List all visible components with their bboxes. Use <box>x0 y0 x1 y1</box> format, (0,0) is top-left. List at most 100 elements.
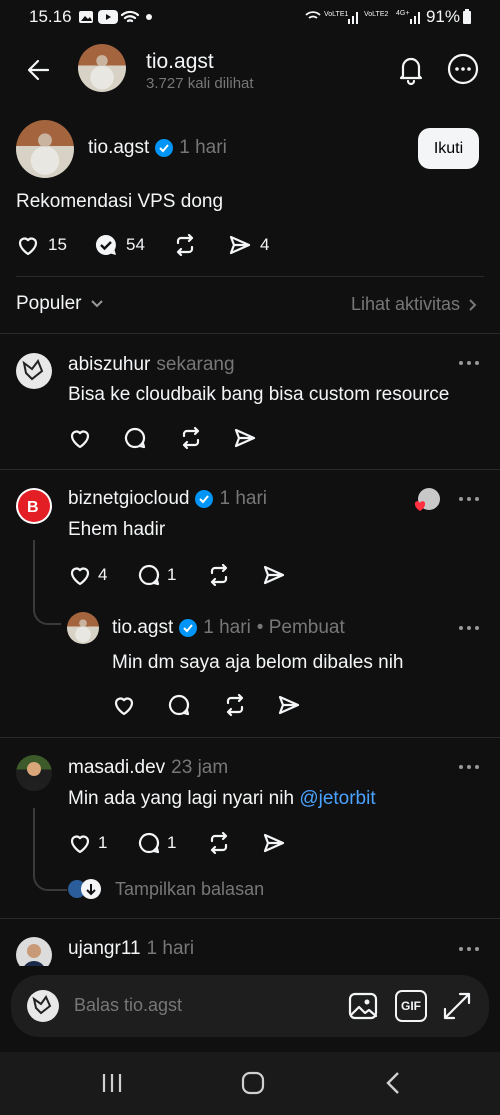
back-button[interactable] <box>22 52 58 88</box>
gif-button[interactable]: GIF <box>395 990 427 1022</box>
show-replies-label: Tampilkan balasan <box>115 878 265 899</box>
more-dots-icon <box>459 765 479 769</box>
more-circle-icon <box>447 53 479 85</box>
divider <box>16 276 484 277</box>
nested-reply-header: tio.agst 1 hari • Pembuat <box>112 617 345 639</box>
chevron-right-icon <box>469 298 477 311</box>
header-views: 3.727 kali dilihat <box>146 75 254 92</box>
repost-icon <box>226 693 244 717</box>
reply-share-button[interactable] <box>262 563 286 587</box>
nested-reply-author[interactable]: tio.agst <box>112 617 173 639</box>
post-author-name[interactable]: tio.agst <box>88 137 149 159</box>
like-button[interactable]: 15 <box>16 233 67 257</box>
reply-comment-button[interactable] <box>123 426 147 450</box>
svg-text:VoLTE2: VoLTE2 <box>364 11 388 18</box>
post-author-avatar[interactable] <box>16 120 74 178</box>
recent-apps-button[interactable] <box>100 1072 124 1094</box>
reply-repost-button[interactable] <box>206 563 232 587</box>
nested-like-button[interactable] <box>112 693 136 717</box>
nested-reply-time: 1 hari <box>203 617 251 638</box>
share-button[interactable]: 4 <box>228 233 269 257</box>
replies-button[interactable]: 54 <box>94 233 145 257</box>
composer-placeholder[interactable]: Balas tio.agst <box>74 995 182 1016</box>
view-activity-link[interactable]: Lihat aktivitas <box>351 294 478 315</box>
mention-link[interactable]: @jetorbit <box>299 788 375 809</box>
nested-comment-button[interactable] <box>167 693 191 717</box>
reply-composer[interactable]: Balas tio.agst GIF <box>11 975 489 1037</box>
reply-like-button[interactable]: 4 <box>68 563 107 587</box>
reply-more-button[interactable] <box>458 941 480 957</box>
verified-badge-icon <box>195 490 214 508</box>
notifications-button[interactable] <box>394 52 428 86</box>
header-avatar[interactable] <box>78 44 126 92</box>
nested-reply-avatar[interactable] <box>67 612 99 644</box>
reply-author[interactable]: abiszuhur <box>68 354 150 376</box>
reply-text: Min ada yang lagi nyari nih @jetorbit <box>68 788 376 810</box>
home-button[interactable] <box>241 1071 265 1095</box>
reply-more-button[interactable] <box>458 491 480 507</box>
biznet-logo-icon: B <box>18 490 50 522</box>
comment-icon <box>138 832 160 854</box>
arrow-left-icon <box>27 59 50 81</box>
notification-dot-icon <box>146 14 152 20</box>
follow-button[interactable]: Ikuti <box>418 128 479 169</box>
reply-more-button[interactable] <box>458 355 480 371</box>
person-avatar-icon <box>22 762 46 791</box>
reply-count: 54 <box>126 235 145 254</box>
reply-comment-button[interactable]: 1 <box>137 563 176 587</box>
reply-header: biznetgiocloud 1 hari <box>68 488 267 510</box>
reply-like-count: 1 <box>98 833 108 852</box>
post-text: Rekomendasi VPS dong <box>16 191 224 212</box>
reply-repost-button[interactable] <box>178 426 204 450</box>
thread-curve <box>33 600 61 625</box>
chevron-down-icon <box>90 300 103 308</box>
comment-icon <box>168 694 190 716</box>
reply-like-button[interactable]: 1 <box>68 831 107 855</box>
reply-like-button[interactable] <box>68 426 92 450</box>
sort-dropdown[interactable]: Populer <box>16 293 104 315</box>
back-nav-button[interactable] <box>382 1071 404 1095</box>
sketch-avatar-icon <box>22 358 44 381</box>
chevron-left-icon <box>386 1072 399 1094</box>
nested-reply-more-button[interactable] <box>458 620 480 636</box>
reply-author[interactable]: biznetgiocloud <box>68 488 189 510</box>
repost-button[interactable] <box>172 233 198 257</box>
reply-avatar[interactable] <box>16 755 52 791</box>
divider <box>0 469 500 470</box>
show-replies-button[interactable]: Tampilkan balasan <box>67 878 264 900</box>
nested-repost-button[interactable] <box>222 693 248 717</box>
reply-comment-button[interactable]: 1 <box>137 831 176 855</box>
wifi-icon <box>120 10 140 23</box>
reply-header: ujangr11 1 hari <box>68 938 194 960</box>
like-count: 15 <box>48 235 67 254</box>
reply-more-button[interactable] <box>458 759 480 775</box>
comment-icon <box>138 564 160 586</box>
reply-text: Ehem hadir <box>68 519 166 540</box>
heart-filled-icon <box>414 501 426 511</box>
reply-author[interactable]: ujangr11 <box>68 938 141 960</box>
send-icon <box>229 235 251 255</box>
more-dots-icon <box>459 626 479 630</box>
sketch-avatar-icon <box>32 994 52 1015</box>
repost-icon <box>176 233 194 257</box>
reply-time: 1 hari <box>219 488 268 509</box>
expand-composer-button[interactable] <box>441 990 473 1022</box>
header-username: tio.agst <box>146 50 214 73</box>
nested-reply-text: Min dm saya aja belom dibales nih <box>112 652 404 673</box>
reply-share-button[interactable] <box>262 831 286 855</box>
bell-icon <box>399 57 423 86</box>
svg-text:B: B <box>27 499 39 516</box>
nested-share-button[interactable] <box>277 693 301 717</box>
post-time: 1 hari <box>179 137 227 158</box>
more-options-button[interactable] <box>446 52 480 86</box>
reply-avatar[interactable]: B <box>16 488 52 524</box>
reply-header: abiszuhur sekarang <box>68 354 235 376</box>
reply-repost-button[interactable] <box>206 831 232 855</box>
attach-image-button[interactable] <box>347 990 379 1022</box>
reply-avatar[interactable] <box>16 353 52 389</box>
reply-author[interactable]: masadi.dev <box>68 757 165 779</box>
divider <box>0 333 500 334</box>
reply-share-button[interactable] <box>233 426 257 450</box>
reply-check-icon <box>95 234 116 255</box>
reply-comment-count: 1 <box>167 833 177 852</box>
